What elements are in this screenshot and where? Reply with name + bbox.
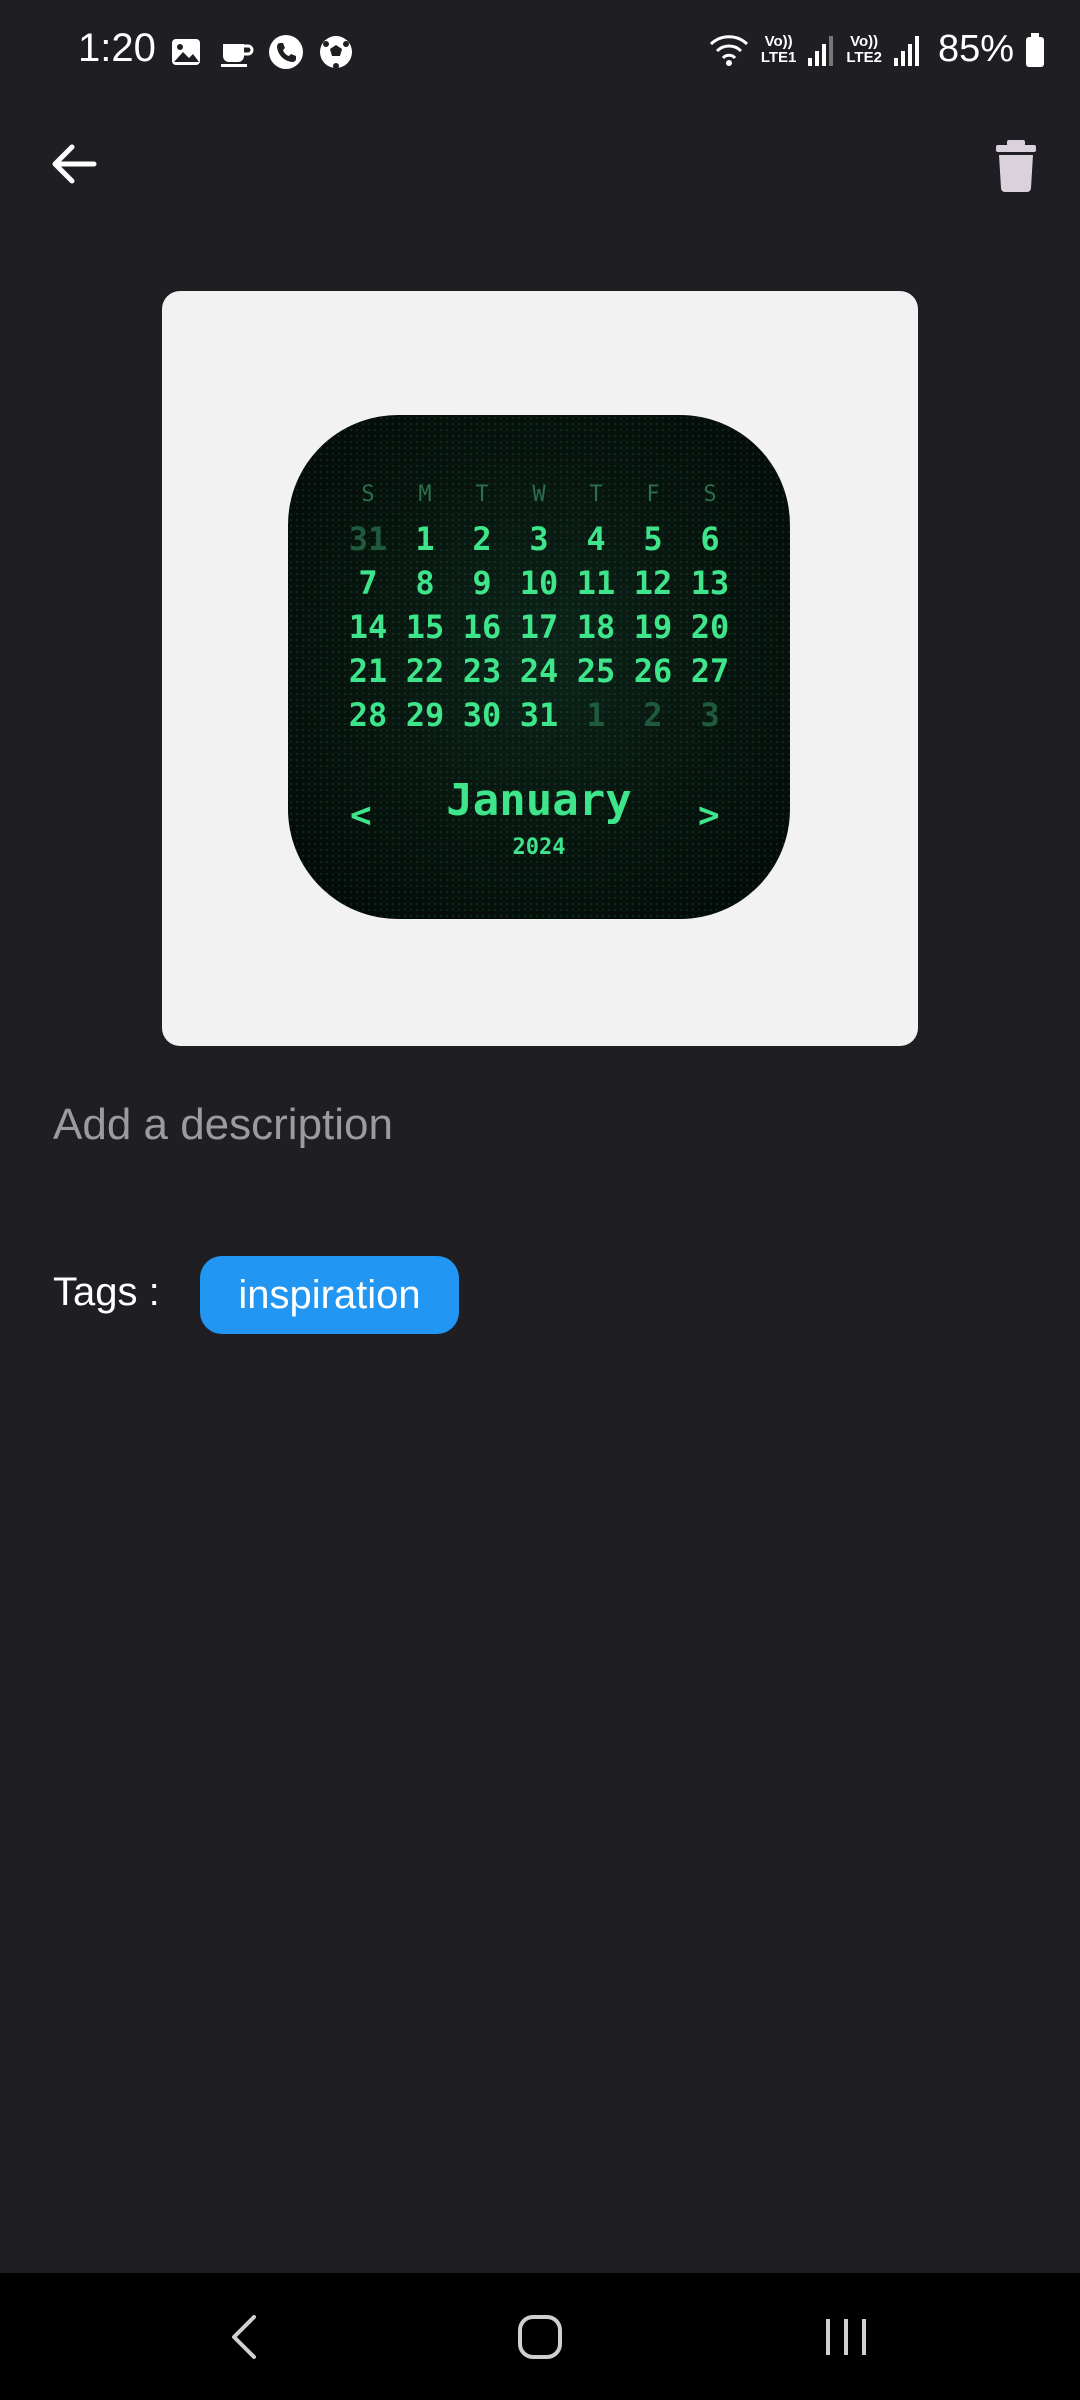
day-cell: 29 [405,696,445,734]
day-cell: 14 [348,608,388,646]
image-icon [172,39,200,65]
lte1-top: Vo)) [764,32,793,50]
day-cell: 5 [643,520,663,558]
week-row: 31 1 2 3 4 5 6 [340,517,738,561]
signal-icon [893,35,919,66]
week-row: 28 29 30 31 1 2 3 [340,693,738,737]
day-cell: 2 [643,696,663,734]
day-cell: 31 [519,696,559,734]
battery-percent: 85% [937,28,1014,70]
day-cell: 3 [700,696,720,734]
recents-icon[interactable] [820,2313,872,2361]
day-cell: 18 [576,608,616,646]
lte2-bottom: LTE2 [846,48,882,66]
signal-icon [808,35,834,66]
lte1-indicator: Vo)) LTE1 [760,32,797,66]
day-cell: 30 [462,696,502,734]
weekday-label: W [532,481,546,507]
week-row: 7 8 9 10 11 12 13 [340,561,738,605]
weekday-label: F [646,481,660,507]
day-cell: 4 [586,520,606,558]
phone-icon [269,35,303,69]
tag-chip-inspiration[interactable]: inspiration [200,1256,459,1334]
week-row: 14 15 16 17 18 19 20 [340,605,738,649]
calendar-grid: S M T W T F S 31 1 2 3 4 5 6 7 8 9 10 11… [340,471,738,737]
home-icon[interactable] [516,2313,564,2361]
day-cell: 2 [472,520,492,558]
day-cell: 11 [576,564,616,602]
weekday-label: T [589,481,603,507]
coffee-icon [221,44,254,67]
weekday-row: S M T W T F S [340,471,738,517]
day-cell: 9 [472,564,492,602]
day-cell: 16 [462,608,502,646]
tags-label: Tags : [53,1270,160,1314]
back-arrow-icon[interactable] [44,134,104,194]
status-right: Vo)) LTE1 Vo)) LTE2 85% [707,28,1046,71]
day-cell: 3 [529,520,549,558]
day-cell: 24 [519,652,559,690]
day-cell: 25 [576,652,616,690]
weekday-label: T [475,481,489,507]
trash-icon[interactable] [990,134,1042,194]
day-cell: 26 [633,652,673,690]
day-cell: 21 [348,652,388,690]
day-cell: 8 [415,564,435,602]
day-cell: 15 [405,608,445,646]
lte2-indicator: Vo)) LTE2 [846,32,882,66]
weekday-label: S [361,481,375,507]
notification-icons [168,34,354,70]
day-cell: 7 [358,564,378,602]
nav-back-icon[interactable] [220,2309,270,2365]
system-nav-bar [0,2273,1080,2400]
day-cell: 1 [586,696,606,734]
day-cell: 22 [405,652,445,690]
day-cell: 1 [415,520,435,558]
day-cell: 27 [690,652,730,690]
image-preview-card[interactable]: S M T W T F S 31 1 2 3 4 5 6 7 8 9 10 11… [162,291,918,1046]
battery-icon [1026,32,1044,67]
calendar-year: 2024 [512,835,566,860]
day-cell: 6 [700,520,720,558]
status-time: 1:20 [78,26,156,70]
soccer-ball-icon [320,36,352,69]
day-cell: 23 [462,652,502,690]
lte2-top: Vo)) [850,32,879,50]
day-cell: 13 [690,564,730,602]
day-cell: 19 [633,608,673,646]
calendar-widget-image: S M T W T F S 31 1 2 3 4 5 6 7 8 9 10 11… [288,415,790,919]
day-cell: 28 [348,696,388,734]
calendar-next-label: > [698,795,720,836]
weekday-label: S [703,481,717,507]
week-row: 21 22 23 24 25 26 27 [340,649,738,693]
status-bar: 1:20 Vo)) LTE1 Vo)) LTE2 85% [0,0,1080,110]
wifi-icon [709,34,748,66]
day-cell: 20 [690,608,730,646]
day-cell: 10 [519,564,559,602]
day-cell: 31 [348,520,388,558]
day-cell: 12 [633,564,673,602]
day-cell: 17 [519,608,559,646]
lte1-bottom: LTE1 [760,48,797,66]
weekday-label: M [418,481,432,507]
description-field[interactable]: Add a description [53,1100,393,1150]
